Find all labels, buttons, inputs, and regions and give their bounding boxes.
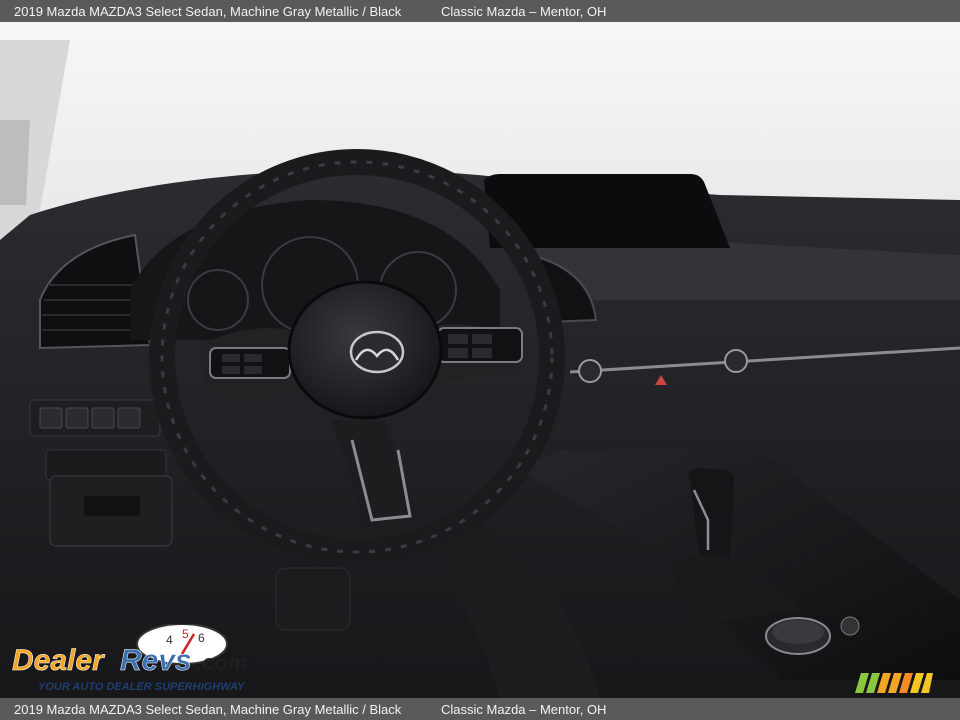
dealer-caption: Classic Mazda – Mentor, OH: [441, 3, 607, 19]
svg-text:YOUR AUTO DEALER SUPERHIGHWAY: YOUR AUTO DEALER SUPERHIGHWAY: [38, 681, 246, 693]
dealerrevs-logo: 4 5 6 Dealer Revs .com YOUR AUTO DEALER …: [12, 624, 247, 693]
svg-text:6: 6: [198, 631, 205, 645]
caption-bar-bottom: 2019 Mazda MAZDA3 Select Sedan, Machine …: [0, 698, 960, 720]
svg-text:Dealer: Dealer: [12, 644, 106, 677]
dealerrevs-stripes-icon: [855, 673, 933, 693]
mazda-logo-icon: [349, 330, 405, 374]
vehicle-caption: 2019 Mazda MAZDA3 Select Sedan, Machine …: [14, 3, 402, 19]
dealer-caption: Classic Mazda – Mentor, OH: [441, 701, 607, 717]
svg-text:.com: .com: [196, 650, 247, 675]
vehicle-caption: 2019 Mazda MAZDA3 Select Sedan, Machine …: [14, 701, 402, 717]
caption-bar-top: 2019 Mazda MAZDA3 Select Sedan, Machine …: [0, 0, 960, 22]
svg-text:Revs: Revs: [120, 644, 192, 677]
svg-text:5: 5: [182, 627, 189, 641]
interior-photo: [0, 22, 960, 698]
